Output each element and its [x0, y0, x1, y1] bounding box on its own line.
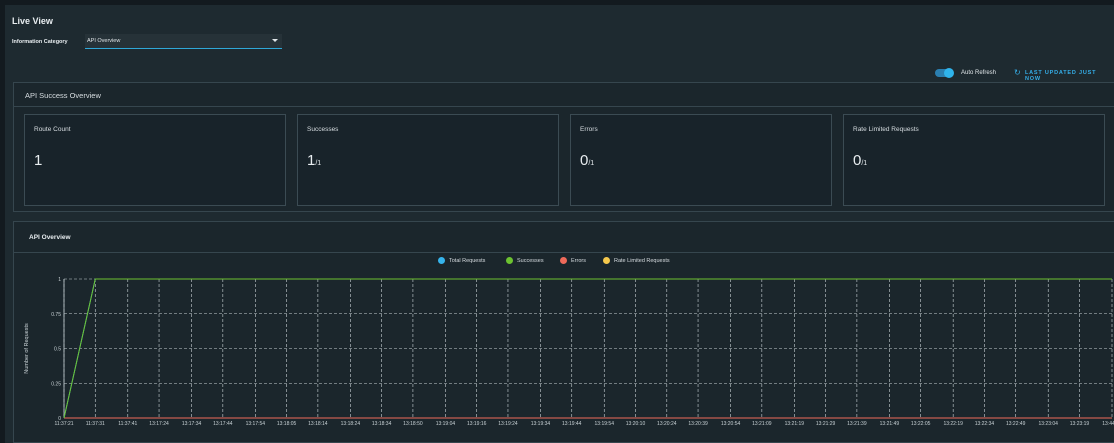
x-tick-label: 13:19:44: [562, 421, 582, 427]
x-tick-label: 13:17:24: [149, 421, 169, 427]
x-tick-label: 13:21:29: [816, 421, 836, 427]
x-tick-label: 13:23:19: [1070, 421, 1090, 427]
route-count-card: Route Count 1: [24, 114, 286, 206]
auto-refresh-toggle[interactable]: [935, 68, 954, 78]
x-tick-label: 11:37:41: [118, 421, 137, 427]
x-tick-label: 13:20:54: [721, 421, 741, 427]
x-tick-label: 13:22:34: [975, 421, 995, 427]
card-value: 1/1: [307, 152, 322, 169]
legend-item-errors[interactable]: Errors: [560, 257, 586, 264]
panel-header: API Success Overview: [14, 83, 1114, 107]
x-tick-label: 13:19:54: [595, 421, 615, 427]
x-tick-label: 13:18:14: [308, 421, 328, 427]
x-tick-label: 13:22:19: [943, 421, 963, 427]
x-tick-label: 13:22:05: [911, 421, 931, 427]
legend-item-total-requests[interactable]: Total Requests: [438, 257, 485, 264]
x-tick-label: 13:20:24: [657, 421, 677, 427]
live-view-page: Live View Information Category API Overv…: [5, 5, 1114, 443]
api-overview-panel: API Overview Total Requests Successes Er…: [13, 221, 1114, 443]
card-value: 1: [34, 152, 43, 169]
x-tick-label: 11:37:21: [54, 421, 73, 427]
auto-refresh-label: Auto Refresh: [961, 70, 997, 76]
x-tick-label: 13:22:49: [1006, 421, 1026, 427]
x-tick-label: 13:17:44: [213, 421, 233, 427]
card-value: 0/1: [853, 152, 868, 169]
legend-dot: [506, 257, 513, 264]
x-tick-label: 13:21:19: [785, 421, 805, 427]
api-overview-chart: 00.250.50.75111:37:21 11:37:31 11:37:41 13:…: [24, 277, 1114, 427]
panel-header: API Overview: [14, 222, 1114, 253]
api-success-overview-panel: API Success Overview Route Count 1 Succe…: [13, 82, 1114, 212]
y-tick-label: 1: [58, 277, 61, 283]
card-label: Successes: [307, 126, 339, 133]
card-label: Errors: [580, 126, 598, 133]
x-tick-label: 13:18:50: [403, 421, 423, 427]
category-select-value: API Overview: [87, 38, 121, 44]
x-tick-label: 13:20:10: [626, 421, 646, 427]
rate-limited-card: Rate Limited Requests 0/1: [843, 114, 1105, 206]
y-tick-label: 0.75: [51, 312, 61, 318]
x-tick-label: 13:18:05: [277, 421, 297, 427]
legend-item-rate-limited-requests[interactable]: Rate Limited Requests: [603, 257, 670, 264]
x-tick-label: 13:19:04: [436, 421, 456, 427]
y-axis-label: Number of Requests: [24, 323, 30, 374]
x-tick-label: 13:20:39: [688, 421, 708, 427]
x-tick-label: 13:19:34: [531, 421, 551, 427]
x-tick-label: 13:21:09: [752, 421, 772, 427]
refresh-icon[interactable]: ↻: [1014, 68, 1021, 77]
y-tick-label: 0.25: [51, 381, 61, 387]
x-tick-label: 11:37:31: [86, 421, 105, 427]
card-value: 0/1: [580, 152, 595, 169]
panel-title: API Success Overview: [25, 91, 101, 100]
x-tick-label: 13:21:39: [847, 421, 867, 427]
x-tick-label: 13:23:04: [1038, 421, 1058, 427]
chart-legend: Total Requests Successes Errors Rate Lim…: [14, 257, 1114, 267]
x-tick-label: 13:19:16: [467, 421, 487, 427]
y-tick-label: 0.5: [54, 347, 61, 353]
information-category-select[interactable]: API Overview: [85, 34, 282, 49]
card-label: Rate Limited Requests: [853, 126, 919, 133]
legend-item-successes[interactable]: Successes: [506, 257, 544, 264]
legend-dot: [438, 257, 445, 264]
toggle-knob: [944, 68, 954, 78]
x-tick-label: 13:18:34: [372, 421, 392, 427]
panel-title: API Overview: [29, 234, 71, 241]
page-title: Live View: [12, 16, 53, 26]
legend-dot: [603, 257, 610, 264]
x-tick-label: 13:18:24: [341, 421, 361, 427]
information-category-label: Information Category: [12, 39, 68, 45]
x-tick-label: 13:17:34: [182, 421, 202, 427]
card-label: Route Count: [34, 126, 71, 133]
x-tick-label: 13:19:24: [498, 421, 518, 427]
x-tick-label: 13:17:54: [246, 421, 266, 427]
legend-dot: [560, 257, 567, 264]
x-tick-label: 13:44:52: [1102, 421, 1114, 427]
successes-card: Successes 1/1: [297, 114, 559, 206]
errors-card: Errors 0/1: [570, 114, 832, 206]
last-updated-link[interactable]: LAST UPDATED JUST NOW: [1025, 70, 1114, 82]
x-tick-label: 13:21:49: [880, 421, 900, 427]
chevron-down-icon: [272, 39, 278, 42]
